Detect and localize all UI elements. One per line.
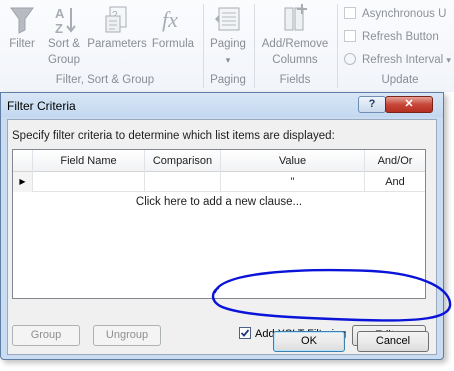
row-pointer-icon: ▶: [13, 172, 33, 192]
refresh-interval-label: Refresh Interval: [362, 54, 444, 66]
parameters-button[interactable]: ? Parameters: [86, 2, 148, 52]
parameters-icon: ?: [102, 2, 132, 36]
refresh-button-label: Refresh Button: [362, 31, 439, 43]
and-or-cell[interactable]: And: [365, 172, 425, 192]
sort-group-label-2: Group: [48, 54, 80, 66]
group-label-filter-sort-group: Filter, Sort & Group: [55, 74, 155, 86]
asynchronous-update-label: Asynchronous U: [362, 8, 447, 20]
header-value[interactable]: Value: [221, 150, 365, 172]
paging-button[interactable]: Paging ▾: [206, 2, 250, 68]
ribbon-separator: [337, 4, 338, 88]
header-and-or[interactable]: And/Or: [365, 150, 425, 172]
checkbox-box[interactable]: [344, 7, 356, 19]
ok-button[interactable]: OK: [273, 331, 345, 352]
svg-text:Z: Z: [55, 21, 63, 36]
filter-criteria-dialog: Filter Criteria ? ✕ Specify filter crite…: [0, 92, 444, 360]
chevron-down-icon: ▾: [446, 55, 451, 65]
formula-button-label: Formula: [151, 38, 195, 50]
instruction-text: Specify filter criteria to determine whi…: [12, 130, 335, 142]
checkbox-box[interactable]: [344, 30, 356, 42]
svg-text:fx: fx: [162, 7, 178, 32]
ribbon: Filter AZ Sort & Group ? Parameters fx F…: [0, 0, 454, 92]
dialog-button-bar: OK Cancel: [1, 327, 443, 359]
header-selector: [13, 150, 33, 172]
group-label-fields: Fields: [279, 74, 311, 86]
paging-dropdown-arrow: ▾: [225, 55, 231, 65]
svg-text:A: A: [55, 6, 65, 21]
add-clause-link[interactable]: Click here to add a new clause...: [13, 196, 425, 208]
add-remove-columns-button[interactable]: Add/Remove Columns: [257, 2, 333, 68]
field-name-cell[interactable]: [33, 172, 145, 192]
clock-icon: [344, 53, 356, 65]
dialog-client-area: Specify filter criteria to determine whi…: [7, 119, 437, 355]
paging-button-label: Paging: [210, 38, 246, 50]
header-field-name[interactable]: Field Name: [33, 150, 145, 172]
formula-fx-icon: fx: [158, 2, 188, 36]
group-label-update: Update: [381, 74, 419, 86]
header-comparison[interactable]: Comparison: [145, 150, 221, 172]
paging-icon: [213, 2, 243, 36]
filter-button-label: Filter: [9, 38, 35, 50]
close-button[interactable]: ✕: [385, 96, 433, 113]
filter-button[interactable]: Filter: [4, 2, 40, 52]
dialog-title: Filter Criteria: [7, 99, 76, 113]
sort-az-icon: AZ: [49, 2, 79, 36]
formula-button[interactable]: fx Formula: [150, 2, 196, 52]
dialog-titlebar[interactable]: Filter Criteria ? ✕: [1, 93, 443, 117]
filter-icon: [8, 2, 36, 36]
refresh-button-checkbox[interactable]: Refresh Button: [344, 28, 439, 46]
refresh-interval-dropdown[interactable]: Refresh Interval ▾: [344, 51, 451, 69]
group-label-paging: Paging: [210, 74, 246, 86]
table-row[interactable]: ▶ " And: [13, 172, 425, 192]
comparison-cell[interactable]: [145, 172, 221, 192]
grid-header: Field Name Comparison Value And/Or: [13, 150, 425, 172]
sort-group-label-1: Sort &: [48, 38, 80, 50]
asynchronous-update-checkbox[interactable]: Asynchronous U: [344, 5, 446, 23]
criteria-grid[interactable]: Field Name Comparison Value And/Or ▶ " A…: [12, 149, 426, 299]
add-remove-label-2: Columns: [272, 54, 318, 66]
help-button[interactable]: ?: [358, 96, 386, 113]
add-remove-columns-icon: [280, 2, 310, 36]
ribbon-separator: [254, 4, 255, 88]
parameters-button-label: Parameters: [87, 38, 147, 50]
cancel-button[interactable]: Cancel: [357, 331, 429, 352]
add-remove-label-1: Add/Remove: [261, 38, 329, 50]
sort-group-button[interactable]: AZ Sort & Group: [44, 2, 84, 68]
value-cell[interactable]: ": [221, 172, 365, 192]
